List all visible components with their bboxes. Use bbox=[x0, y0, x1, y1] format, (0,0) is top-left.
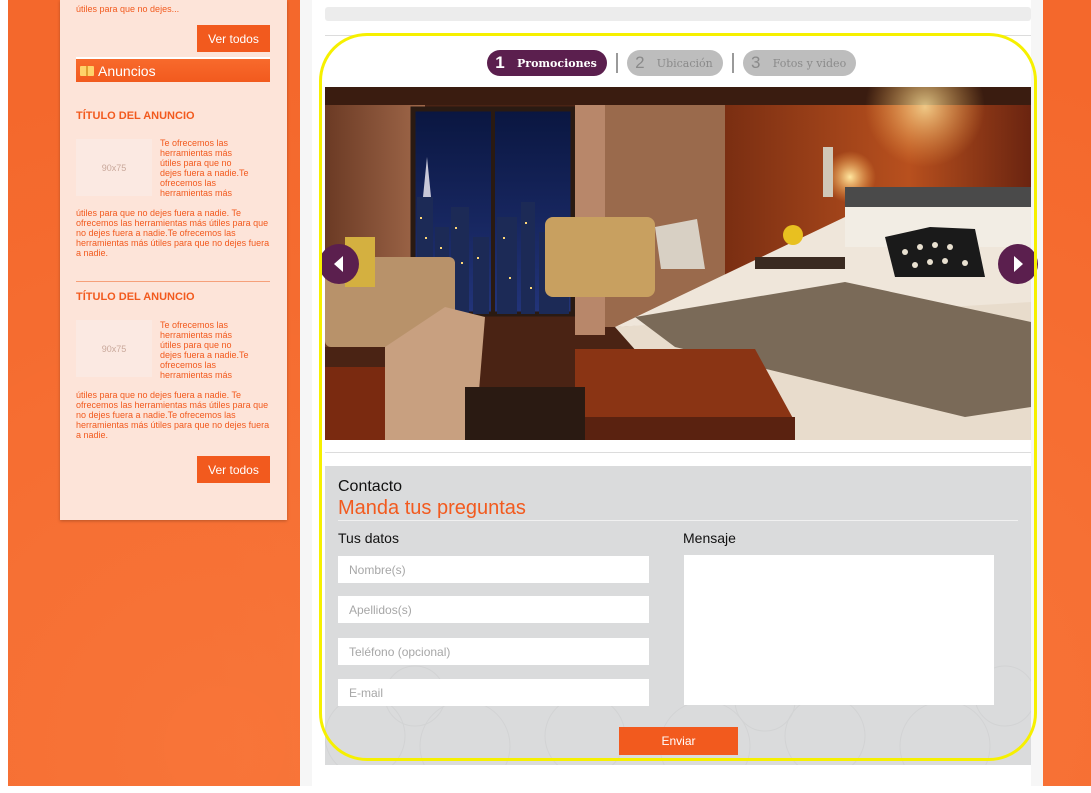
ad-body-text: útiles para que no dejes fuera a nadie. … bbox=[76, 208, 270, 258]
view-all-button[interactable]: Ver todos bbox=[197, 456, 270, 483]
chevron-left-icon bbox=[334, 256, 343, 272]
tab-bar: 1 Promociones 2 Ubicación 3 Fotos y vide… bbox=[487, 49, 857, 77]
ad-side-text: Te ofrecemos las herramientas más útiles… bbox=[160, 138, 249, 198]
top-strip bbox=[325, 7, 1031, 21]
hotel-room-illustration bbox=[325, 87, 1031, 440]
tab-promociones[interactable]: 1 Promociones bbox=[487, 50, 607, 76]
view-all-button[interactable]: Ver todos bbox=[197, 25, 270, 52]
ad-body-text: útiles para que no dejes fuera a nadie. … bbox=[76, 390, 270, 440]
sidebar-divider bbox=[76, 281, 270, 282]
ad-title[interactable]: TÍTULO DEL ANUNCIO bbox=[76, 291, 195, 303]
message-label: Mensaje bbox=[683, 530, 736, 546]
tab-label: Fotos y video bbox=[772, 56, 847, 70]
tab-number: 3 bbox=[751, 53, 761, 72]
message-textarea[interactable] bbox=[684, 555, 994, 705]
tab-label: Ubicación bbox=[656, 56, 713, 70]
divider bbox=[338, 520, 1018, 521]
email-field[interactable] bbox=[338, 679, 649, 706]
divider bbox=[325, 35, 1031, 36]
ad-thumbnail: 90x75 bbox=[76, 320, 152, 377]
tab-ubicacion[interactable]: 2 Ubicación bbox=[626, 50, 723, 76]
gallery-next-button[interactable] bbox=[998, 244, 1038, 284]
ad-thumbnail: 90x75 bbox=[76, 139, 152, 196]
hotel-room-photo bbox=[325, 87, 1031, 440]
first-name-field[interactable] bbox=[338, 556, 649, 583]
contact-title: Contacto bbox=[338, 478, 403, 495]
contact-subtitle: Manda tus preguntas bbox=[338, 497, 526, 519]
tab-label: Promociones bbox=[517, 56, 597, 70]
ad-side-text: Te ofrecemos las herramientas más útiles… bbox=[160, 320, 249, 380]
your-data-label: Tus datos bbox=[338, 530, 399, 546]
gallery-prev-button[interactable] bbox=[319, 244, 359, 284]
send-button[interactable]: Enviar bbox=[619, 727, 738, 755]
divider bbox=[325, 452, 1031, 453]
sidebar-teaser-text: útiles para que no dejes... bbox=[76, 4, 180, 14]
tab-fotos-y-video[interactable]: 3 Fotos y video bbox=[742, 50, 857, 76]
ads-header-label: Anuncios bbox=[98, 62, 156, 79]
tab-separator bbox=[731, 53, 734, 73]
phone-field[interactable] bbox=[338, 638, 649, 665]
ad-title[interactable]: TÍTULO DEL ANUNCIO bbox=[76, 110, 195, 122]
tab-number: 2 bbox=[635, 53, 645, 72]
ads-header: Anuncios bbox=[76, 57, 270, 82]
book-icon bbox=[80, 65, 94, 76]
chevron-right-icon bbox=[1014, 256, 1023, 272]
sidebar: útiles para que no dejes... Ver todos An… bbox=[60, 0, 287, 520]
tab-separator bbox=[615, 53, 618, 73]
tab-number: 1 bbox=[495, 53, 505, 72]
last-name-field[interactable] bbox=[338, 596, 649, 623]
